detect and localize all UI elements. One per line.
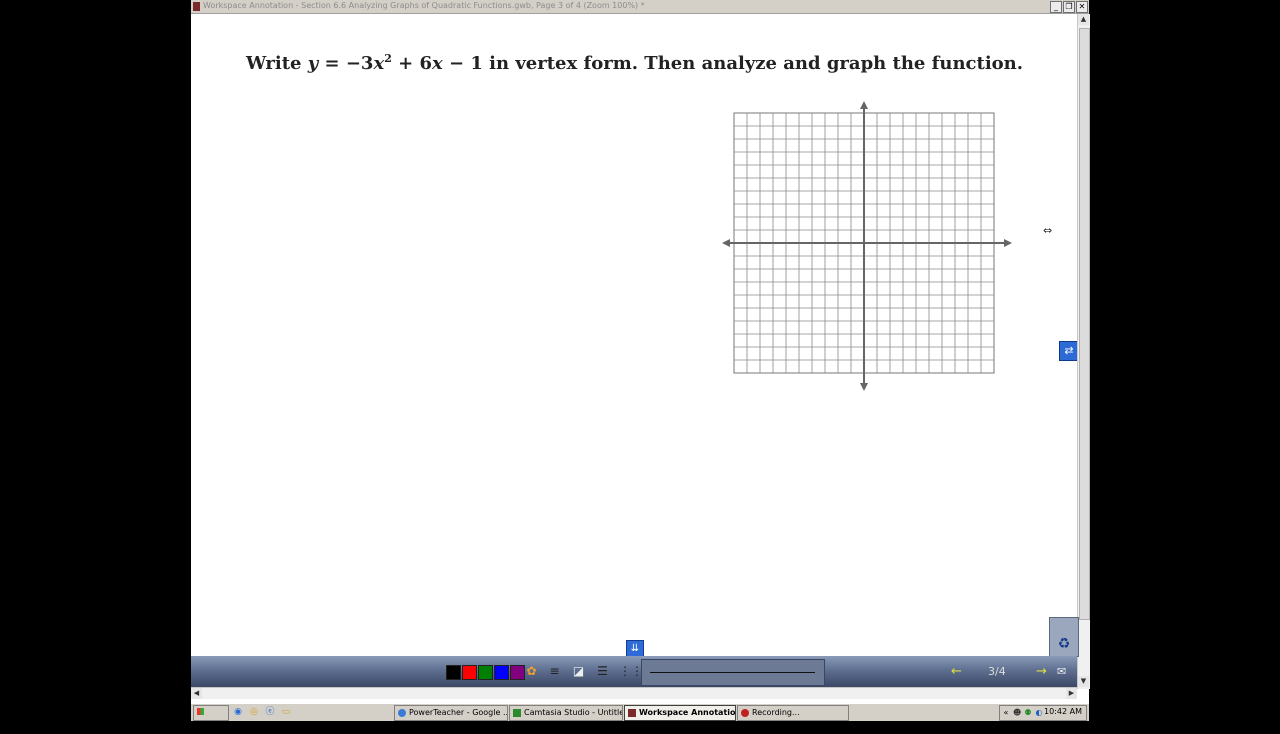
eraser-icon[interactable]: ◪ xyxy=(571,664,586,679)
title-bar[interactable]: Workspace Annotation - Section 6.6 Analy… xyxy=(191,0,1089,14)
x-axis-left-arrow xyxy=(722,239,730,247)
scroll-up-icon[interactable]: ▲ xyxy=(1078,14,1089,25)
task-label: Workspace Annotatio... xyxy=(639,708,736,717)
color-swatch-black[interactable] xyxy=(446,665,461,680)
workspace-icon xyxy=(628,709,636,717)
line-style-icon[interactable]: ☰ xyxy=(595,664,610,679)
clock: 10:42 AM xyxy=(1044,707,1082,716)
window-controls: _ ❐ ✕ xyxy=(1050,1,1088,13)
color-swatch-red[interactable] xyxy=(462,665,477,680)
question-plus: + 6 xyxy=(391,53,432,74)
outlook-icon[interactable]: ◎ xyxy=(249,707,259,717)
cursor-icon: ⇔ xyxy=(1043,224,1053,237)
network-icon[interactable]: ⚉ xyxy=(1024,708,1032,717)
line-preview[interactable] xyxy=(641,659,825,686)
page-indicator: 3/4 xyxy=(988,665,1006,678)
task-label: Recording... xyxy=(752,708,800,717)
app-icon xyxy=(193,2,200,11)
window-title: Workspace Annotation - Section 6.6 Analy… xyxy=(203,1,645,10)
color-swatch-green[interactable] xyxy=(478,665,493,680)
annotation-page[interactable]: Write y = −3x2 + 6x − 1 in vertex form. … xyxy=(191,14,1079,656)
var-x-2: x xyxy=(432,53,443,74)
minimize-button[interactable]: _ xyxy=(1050,1,1062,13)
color-swatches xyxy=(446,665,525,680)
task-recording[interactable]: Recording... xyxy=(737,705,849,721)
ie-icon[interactable]: ⓔ xyxy=(265,707,275,717)
record-icon xyxy=(741,709,749,717)
color-swatch-purple[interactable] xyxy=(510,665,525,680)
palette-icon[interactable]: ✿ xyxy=(524,664,539,679)
expand-tray-icon[interactable]: « xyxy=(1002,708,1010,717)
user-icon[interactable]: ☻ xyxy=(1013,708,1021,717)
system-tray: « ☻ ⚉ ◐ 10:42 AM xyxy=(999,705,1087,721)
update-icon[interactable]: ◐ xyxy=(1035,708,1043,717)
exponent: 2 xyxy=(384,52,392,65)
coordinate-grid[interactable] xyxy=(722,101,1012,391)
folder-icon[interactable]: ▭ xyxy=(281,707,291,717)
task-label: Camtasia Studio - Untitle... xyxy=(524,708,623,717)
var-y: y xyxy=(307,53,319,74)
task-camtasia[interactable]: Camtasia Studio - Untitle... xyxy=(509,705,623,721)
scroll-right-icon[interactable]: ▶ xyxy=(1066,688,1077,699)
var-x: x xyxy=(373,53,385,74)
problem-statement: Write y = −3x2 + 6x − 1 in vertex form. … xyxy=(246,52,1023,74)
x-axis-right-arrow xyxy=(1004,239,1012,247)
close-button[interactable]: ✕ xyxy=(1076,1,1088,13)
y-axis-down-arrow xyxy=(860,383,868,391)
grid-icon[interactable]: ⋮⋮ xyxy=(619,664,643,679)
recycle-bin-icon[interactable]: ♻ xyxy=(1049,617,1079,657)
line-width-icon[interactable]: ≡ xyxy=(547,664,562,679)
scroll-down-icon[interactable]: ▼ xyxy=(1078,676,1089,687)
task-label: PowerTeacher - Google ... xyxy=(409,708,508,717)
vertical-scrollbar[interactable]: ▲ ▼ xyxy=(1077,14,1090,689)
scroll-left-icon[interactable]: ◀ xyxy=(191,688,202,699)
question-prefix: Write xyxy=(246,53,308,74)
task-powerteacher[interactable]: PowerTeacher - Google ... xyxy=(394,705,508,721)
start-button[interactable]: Start xyxy=(193,705,229,731)
y-axis-up-arrow xyxy=(860,101,868,109)
next-page-icon[interactable]: → xyxy=(1036,664,1047,679)
restore-button[interactable]: ❐ xyxy=(1063,1,1075,13)
task-workspace[interactable]: Workspace Annotatio... xyxy=(624,705,736,721)
prev-page-icon[interactable]: ← xyxy=(951,664,962,679)
horizontal-scrollbar[interactable]: ◀ ▶ xyxy=(191,687,1077,699)
windows-logo-icon xyxy=(197,708,204,715)
line-sample xyxy=(650,672,815,673)
color-swatch-blue[interactable] xyxy=(494,665,509,680)
camtasia-icon xyxy=(513,709,521,717)
help-icon[interactable]: ✉ xyxy=(1057,665,1066,678)
question-tail: − 1 in vertex form. Then analyze and gra… xyxy=(442,53,1024,74)
taskbar: Start ◉ ◎ ⓔ ▭ PowerTeacher - Google ... … xyxy=(191,703,1089,731)
page-swap-icon[interactable]: ⇄ xyxy=(1059,341,1079,361)
start-label: Start xyxy=(194,722,217,731)
scroll-thumb[interactable] xyxy=(1079,28,1090,620)
chrome-icon xyxy=(398,709,406,717)
workspace-window: Workspace Annotation - Section 6.6 Analy… xyxy=(191,0,1090,703)
chrome-icon[interactable]: ◉ xyxy=(233,707,243,717)
question-equals: = −3 xyxy=(318,53,374,74)
